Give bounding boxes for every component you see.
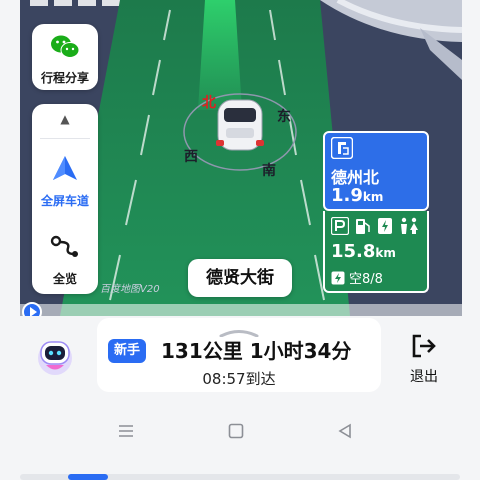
- parking-icon: [331, 217, 349, 235]
- compass-east-label: 东: [277, 109, 291, 125]
- charging-pile-icon: [331, 271, 345, 284]
- trip-summary: 131公里 1小时34分: [161, 339, 352, 363]
- restroom-icon: [401, 217, 418, 234]
- share-trip-label: 行程分享: [40, 71, 89, 85]
- drag-handle[interactable]: [219, 322, 259, 338]
- exit-distance: 1.9km: [331, 185, 383, 206]
- chevron-up-icon[interactable]: ▲: [32, 112, 98, 126]
- exit-icon: [331, 137, 353, 159]
- logout-icon: [412, 334, 436, 358]
- route-overview-label: 全览: [52, 272, 77, 286]
- compass-north-label: 北: [202, 95, 216, 111]
- exit-distance-unit: km: [362, 190, 384, 204]
- compass-west-label: 西: [184, 149, 198, 165]
- bottom-edge-indicator: [68, 474, 108, 480]
- exit-distance-value: 1.9: [331, 185, 363, 206]
- exit-navigation-label: 退出: [410, 369, 438, 385]
- bottom-edge-bar: [20, 474, 460, 480]
- route-overview-button[interactable]: 全览: [32, 222, 98, 292]
- novice-badge: 新手: [108, 339, 147, 363]
- wechat-icon: [51, 35, 80, 58]
- menu-icon[interactable]: [118, 423, 134, 439]
- robot-icon: [38, 341, 72, 375]
- street-name-text: 德贤大街: [206, 268, 274, 288]
- charging-icon: [378, 218, 392, 234]
- navigation-screen: { "map": { "watermark": "百度地图V20", "stre…: [0, 0, 480, 480]
- service-distance-unit: km: [375, 246, 396, 260]
- service-icons-row: [331, 217, 419, 235]
- fuel-icon: [356, 219, 370, 234]
- arrival-time: 08:57到达: [202, 370, 276, 388]
- charging-status-text: 空8/8: [349, 272, 383, 287]
- map-watermark: 百度地图V20: [100, 284, 160, 295]
- highway-exit-sign[interactable]: 德州北 1.9km: [323, 131, 429, 211]
- car-marker-graphic: [216, 99, 264, 151]
- fullscreen-lane-label: 全屏车道: [40, 194, 89, 208]
- home-icon[interactable]: [228, 423, 244, 439]
- divider: [40, 138, 90, 139]
- trip-info-panel: 新手 131公里 1小时34分 08:57到达 退出: [0, 316, 480, 394]
- share-trip-button[interactable]: 行程分享: [32, 24, 98, 90]
- compass-south-label: 南: [262, 163, 276, 179]
- service-distance: 15.8km: [331, 241, 396, 262]
- system-navigation-bar: [0, 394, 480, 480]
- service-area-sign[interactable]: 15.8km 空8/8: [323, 211, 429, 293]
- route-overview-icon: [50, 235, 78, 257]
- service-distance-value: 15.8: [331, 241, 376, 262]
- route-summary-card[interactable]: 新手 131公里 1小时34分 08:57到达: [97, 318, 381, 392]
- lane-arrow-icon: [53, 156, 77, 180]
- charging-status-row: 空8/8: [331, 268, 383, 287]
- map-controls-panel: ▲ 全屏车道 全览: [32, 104, 98, 294]
- current-street-label: 德贤大街: [188, 259, 292, 297]
- fullscreen-lane-button[interactable]: 全屏车道: [32, 144, 98, 214]
- back-icon[interactable]: [337, 423, 353, 439]
- voice-assistant-avatar[interactable]: [34, 334, 76, 376]
- exit-navigation-button[interactable]: 退出: [400, 332, 448, 388]
